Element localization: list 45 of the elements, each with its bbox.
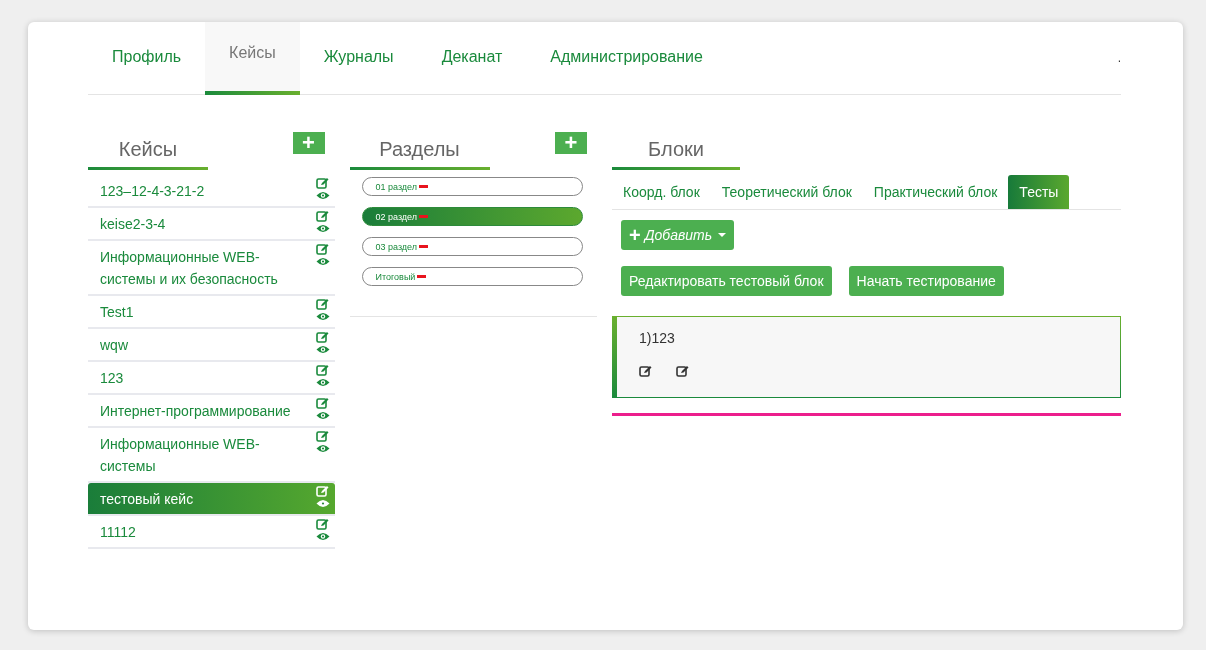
- case-item[interactable]: Интернет-программирование: [88, 395, 335, 428]
- case-item[interactable]: keise2-3-4: [88, 208, 335, 241]
- action-button[interactable]: Редактировать тестовый блок: [621, 266, 832, 296]
- case-item[interactable]: Информационные WEB-системы и их безопасность: [88, 241, 335, 296]
- eye-icon[interactable]: [315, 312, 330, 321]
- nav-tab[interactable]: Деканат: [417, 22, 527, 95]
- action-button[interactable]: Начать тестирование: [848, 266, 1004, 296]
- case-item[interactable]: 11112: [88, 516, 335, 549]
- remove-icon[interactable]: [417, 275, 427, 278]
- add-button[interactable]: +: [555, 132, 587, 154]
- remove-icon[interactable]: [419, 245, 429, 248]
- case-item[interactable]: wqw: [88, 329, 335, 362]
- edit-icon[interactable]: [676, 365, 689, 377]
- block-tab[interactable]: Теоретический блок: [710, 175, 863, 209]
- eye-icon[interactable]: [315, 444, 330, 453]
- nav-tab[interactable]: Журналы: [299, 22, 418, 95]
- block-tab[interactable]: Практический блок: [862, 175, 1009, 209]
- edit-icon[interactable]: [639, 365, 652, 377]
- block-tab[interactable]: Коорд. блок: [612, 175, 711, 209]
- eye-icon[interactable]: [315, 257, 330, 266]
- eye-icon[interactable]: [315, 532, 330, 541]
- eye-icon[interactable]: [315, 345, 330, 354]
- eye-icon[interactable]: [315, 411, 330, 420]
- column-title: Блоки: [612, 134, 740, 170]
- add-button[interactable]: +: [292, 132, 325, 154]
- column-title: Разделы: [349, 134, 490, 170]
- caret-icon: [718, 233, 727, 237]
- nav-tab[interactable]: Администрирование: [526, 22, 727, 95]
- nav-tab[interactable]: Кейсы: [205, 22, 300, 95]
- column-title: Кейсы: [88, 134, 208, 170]
- add-dropdown-button[interactable]: + Добавить: [621, 220, 735, 250]
- case-item[interactable]: тестовый кейс: [88, 483, 335, 516]
- test-label: 1)123: [639, 330, 675, 346]
- eye-icon[interactable]: [315, 191, 330, 200]
- remove-icon[interactable]: [419, 185, 429, 188]
- case-item[interactable]: 123–12-4-3-21-2: [88, 175, 335, 208]
- block-tab[interactable]: Тесты: [1008, 175, 1070, 209]
- section-pill[interactable]: 02 раздел: [361, 207, 583, 226]
- nav-tab[interactable]: Профиль: [88, 22, 206, 95]
- eye-icon[interactable]: [315, 378, 330, 387]
- case-item[interactable]: 123: [88, 362, 335, 395]
- case-item[interactable]: Test1: [88, 296, 335, 329]
- nav-dot: .: [1117, 51, 1121, 65]
- eye-icon[interactable]: [315, 224, 330, 233]
- eye-icon[interactable]: [315, 499, 330, 508]
